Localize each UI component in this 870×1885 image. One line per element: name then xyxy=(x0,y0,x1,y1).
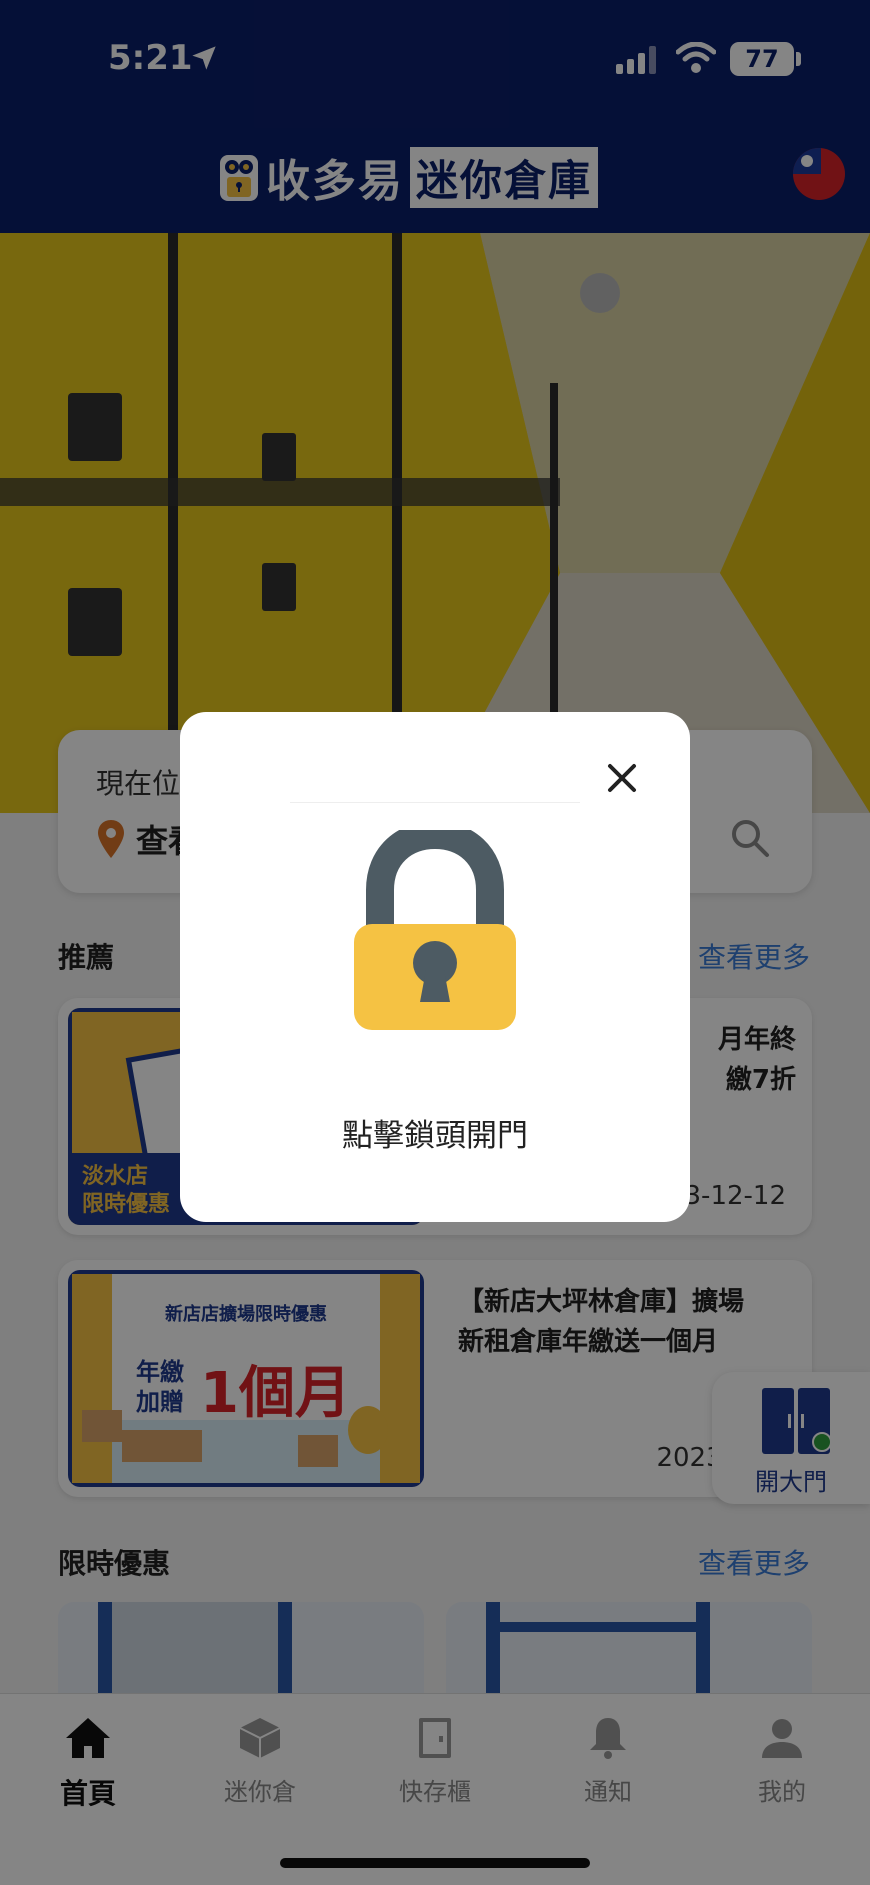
unlock-instruction-text: 點擊鎖頭開門 xyxy=(342,1118,528,1154)
unlock-modal: 點擊鎖頭開門 xyxy=(180,712,690,1222)
close-icon[interactable] xyxy=(600,756,644,800)
modal-divider xyxy=(290,802,580,803)
padlock-icon[interactable] xyxy=(350,830,520,1030)
